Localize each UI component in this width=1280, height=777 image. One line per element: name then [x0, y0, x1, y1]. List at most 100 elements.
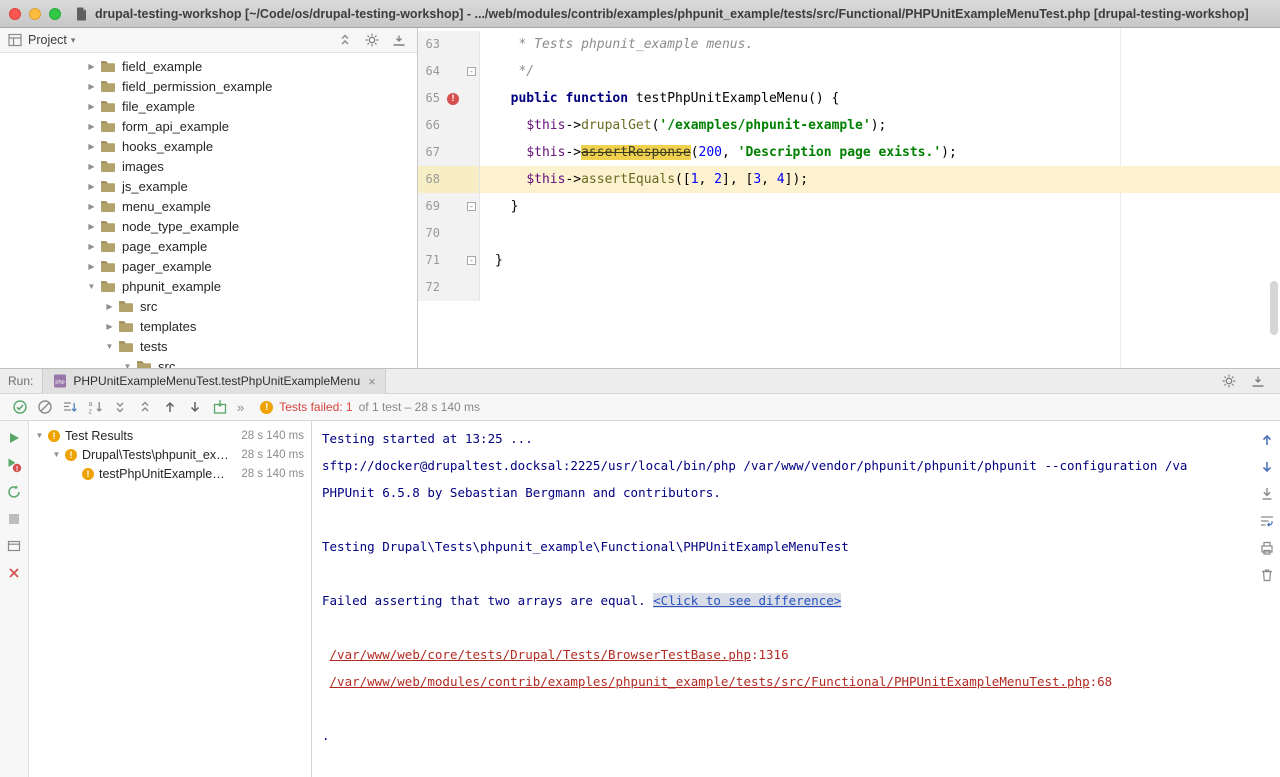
scroll-end-icon[interactable] [1259, 486, 1275, 502]
collapse-all-icon[interactable] [337, 32, 353, 48]
rerun-icon[interactable] [6, 430, 22, 446]
stack-trace-link[interactable]: /var/www/web/core/tests/Drupal/Tests/Bro… [330, 647, 751, 662]
code-line[interactable]: } [480, 247, 1280, 274]
chevron-right-icon[interactable]: ▶ [86, 142, 97, 151]
code-line[interactable]: $this->assertResponse(200, 'Description … [480, 139, 1280, 166]
project-item[interactable]: ▼phpunit_example [0, 276, 417, 296]
chevron-right-icon[interactable]: ▶ [86, 82, 97, 91]
chevron-right-icon[interactable]: ▶ [86, 122, 97, 131]
project-item[interactable]: ▶menu_example [0, 196, 417, 216]
chevron-right-icon[interactable]: ▶ [86, 102, 97, 111]
project-item[interactable]: ▶node_type_example [0, 216, 417, 236]
print-icon[interactable] [1259, 540, 1275, 556]
close-icon[interactable] [6, 565, 22, 581]
chevron-right-icon[interactable]: ▶ [86, 242, 97, 251]
expand-all-icon[interactable] [112, 399, 128, 415]
chevron-down-icon[interactable]: ▼ [104, 342, 115, 351]
zoom-window-button[interactable] [49, 8, 61, 20]
code-line[interactable]: $this->drupalGet('/examples/phpunit-exam… [480, 112, 1280, 139]
fold-marker-icon[interactable] [467, 202, 476, 211]
line-number[interactable]: 63 [418, 31, 444, 58]
fold-marker-icon[interactable] [467, 256, 476, 265]
project-item[interactable]: ▶form_api_example [0, 116, 417, 136]
code-line[interactable]: } [480, 193, 1280, 220]
test-tree-item[interactable]: testPhpUnitExampleMenu28 s 140 ms [29, 464, 311, 483]
previous-failed-icon[interactable] [162, 399, 178, 415]
project-item[interactable]: ▶templates [0, 316, 417, 336]
fold-marker-icon[interactable] [467, 67, 476, 76]
code-line[interactable]: public function testPhpUnitExampleMenu()… [480, 85, 1280, 112]
code-line[interactable] [480, 220, 1280, 247]
minimize-window-button[interactable] [29, 8, 41, 20]
code-line[interactable]: $this->assertEquals([1, 2], [3, 4]); [480, 166, 1280, 193]
chevron-down-icon[interactable]: ▾ [71, 35, 76, 46]
line-number[interactable]: 67 [418, 139, 444, 166]
line-number[interactable]: 69 [418, 193, 444, 220]
test-failed-icon [82, 468, 94, 480]
close-tab-icon[interactable] [368, 375, 376, 388]
project-item[interactable]: ▶file_example [0, 96, 417, 116]
chevron-right-icon[interactable]: ▶ [86, 202, 97, 211]
project-item[interactable]: ▶field_example [0, 56, 417, 76]
project-item[interactable]: ▶hooks_example [0, 136, 417, 156]
project-item[interactable]: ▶js_example [0, 176, 417, 196]
project-item[interactable]: ▶pager_example [0, 256, 417, 276]
next-failed-icon[interactable] [187, 399, 203, 415]
project-item[interactable]: ▶field_permission_example [0, 76, 417, 96]
code-line[interactable]: * Tests phpunit_example menus. [480, 31, 1280, 58]
project-panel-title[interactable]: Project [28, 33, 67, 47]
project-item[interactable]: ▶images [0, 156, 417, 176]
stop-icon[interactable] [6, 511, 22, 527]
editor-scrollbar-thumb[interactable] [1270, 281, 1278, 335]
project-item[interactable]: ▶src [0, 296, 417, 316]
line-number[interactable]: 64 [418, 58, 444, 85]
settings-icon[interactable] [1221, 373, 1237, 389]
show-ignored-icon[interactable] [37, 399, 53, 415]
close-window-button[interactable] [9, 8, 21, 20]
sort-by-duration-icon[interactable] [62, 399, 78, 415]
project-item[interactable]: ▶page_example [0, 236, 417, 256]
chevron-right-icon[interactable]: ▶ [104, 322, 115, 331]
run-tab[interactable]: php PHPUnitExampleMenuTest.testPhpUnitEx… [42, 369, 385, 394]
failed-test-gutter-icon[interactable] [447, 93, 459, 105]
rerun-failed-icon[interactable]: ! [6, 457, 22, 473]
next-occurrence-icon[interactable] [1259, 459, 1275, 475]
collapse-all-icon[interactable] [137, 399, 153, 415]
settings-icon[interactable] [364, 32, 380, 48]
project-item[interactable]: ▼src [0, 356, 417, 368]
clear-console-icon[interactable] [1259, 567, 1275, 583]
code-line[interactable] [480, 274, 1280, 301]
chevron-right-icon[interactable]: ▶ [86, 62, 97, 71]
chevron-right-icon[interactable]: ▶ [86, 262, 97, 271]
chevron-right-icon[interactable]: ▶ [104, 302, 115, 311]
chevron-down-icon[interactable]: ▼ [51, 450, 62, 459]
import-test-results-icon[interactable] [212, 399, 228, 415]
hide-icon[interactable] [391, 32, 407, 48]
restore-layout-icon[interactable] [6, 538, 22, 554]
chevron-down-icon[interactable]: ▼ [34, 431, 45, 440]
auto-test-icon[interactable] [6, 484, 22, 500]
project-item[interactable]: ▼tests [0, 336, 417, 356]
see-difference-link[interactable]: <Click to see difference> [653, 593, 841, 608]
chevron-right-icon[interactable]: ▶ [86, 162, 97, 171]
chevron-down-icon[interactable]: ▼ [86, 282, 97, 291]
sort-alphabetically-icon[interactable]: az [87, 399, 103, 415]
prev-occurrence-icon[interactable] [1259, 432, 1275, 448]
line-number[interactable]: 70 [418, 220, 444, 247]
line-number[interactable]: 66 [418, 112, 444, 139]
chevron-right-icon[interactable]: ▶ [86, 182, 97, 191]
line-number[interactable]: 72 [418, 274, 444, 301]
line-number[interactable]: 65 [418, 85, 444, 112]
more-actions-icon[interactable] [237, 400, 244, 415]
stack-trace-link[interactable]: /var/www/web/modules/contrib/examples/ph… [330, 674, 1090, 689]
test-tree-item[interactable]: ▼Test Results28 s 140 ms [29, 426, 311, 445]
show-passed-icon[interactable] [12, 399, 28, 415]
test-tree-item[interactable]: ▼Drupal\Tests\phpunit_example\Functional… [29, 445, 311, 464]
line-number[interactable]: 68 [418, 166, 444, 193]
code-line[interactable]: */ [480, 58, 1280, 85]
chevron-right-icon[interactable]: ▶ [86, 222, 97, 231]
soft-wrap-icon[interactable] [1259, 513, 1275, 529]
hide-icon[interactable] [1250, 373, 1266, 389]
gutter-area [444, 220, 480, 247]
line-number[interactable]: 71 [418, 247, 444, 274]
